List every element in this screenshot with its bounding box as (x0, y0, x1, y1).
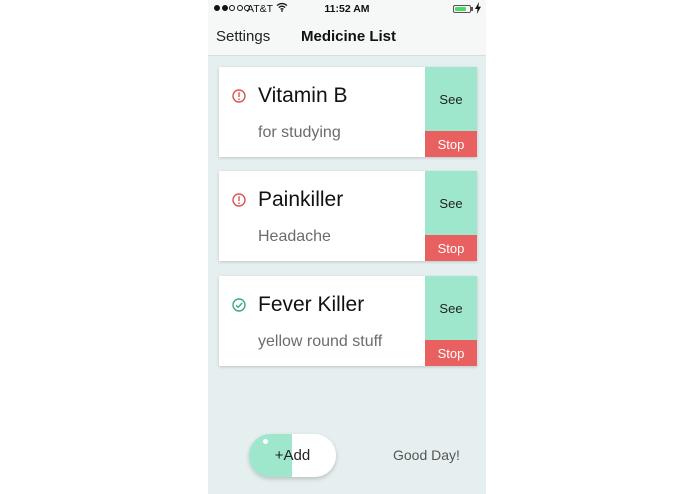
medicine-name: Painkiller (258, 188, 344, 211)
status-time: 11:52 AM (324, 3, 370, 15)
medicine-description: Headache (258, 228, 331, 245)
see-button[interactable]: See (425, 276, 477, 340)
medicine-name: Vitamin B (258, 84, 348, 107)
medicine-name: Fever Killer (258, 293, 365, 316)
exclamation-circle-icon (232, 193, 246, 207)
medicine-description: for studying (258, 124, 341, 141)
see-button[interactable]: See (425, 171, 477, 235)
check-circle-icon (232, 298, 246, 312)
settings-button[interactable]: Settings (216, 28, 270, 45)
charging-bolt-icon (475, 2, 481, 17)
medicine-description: yellow round stuff (258, 333, 383, 350)
add-button-label: +Add (274, 447, 311, 464)
exclamation-circle-icon (232, 89, 246, 103)
phone-screen: AT&T 11:52 AM Settings Medicine List Vit… (208, 0, 486, 494)
see-button[interactable]: See (425, 67, 477, 131)
nav-bar: Settings Medicine List (208, 18, 486, 56)
status-bar: AT&T 11:52 AM (208, 0, 486, 18)
greeting-text: Good Day! (393, 447, 460, 463)
medicine-card[interactable]: Vitamin B for studying See Stop (219, 67, 477, 157)
stop-button[interactable]: Stop (425, 340, 477, 366)
page-title: Medicine List (301, 28, 397, 45)
medicine-card[interactable]: Fever Killer yellow round stuff See Stop (219, 276, 477, 366)
medicine-card[interactable]: Painkiller Headache See Stop (219, 171, 477, 261)
battery-level (455, 7, 466, 11)
stop-button[interactable]: Stop (425, 235, 477, 261)
battery-icon (453, 5, 471, 13)
battery-tip (471, 7, 473, 11)
add-medicine-button[interactable]: +Add (249, 434, 336, 477)
stop-button[interactable]: Stop (425, 131, 477, 157)
